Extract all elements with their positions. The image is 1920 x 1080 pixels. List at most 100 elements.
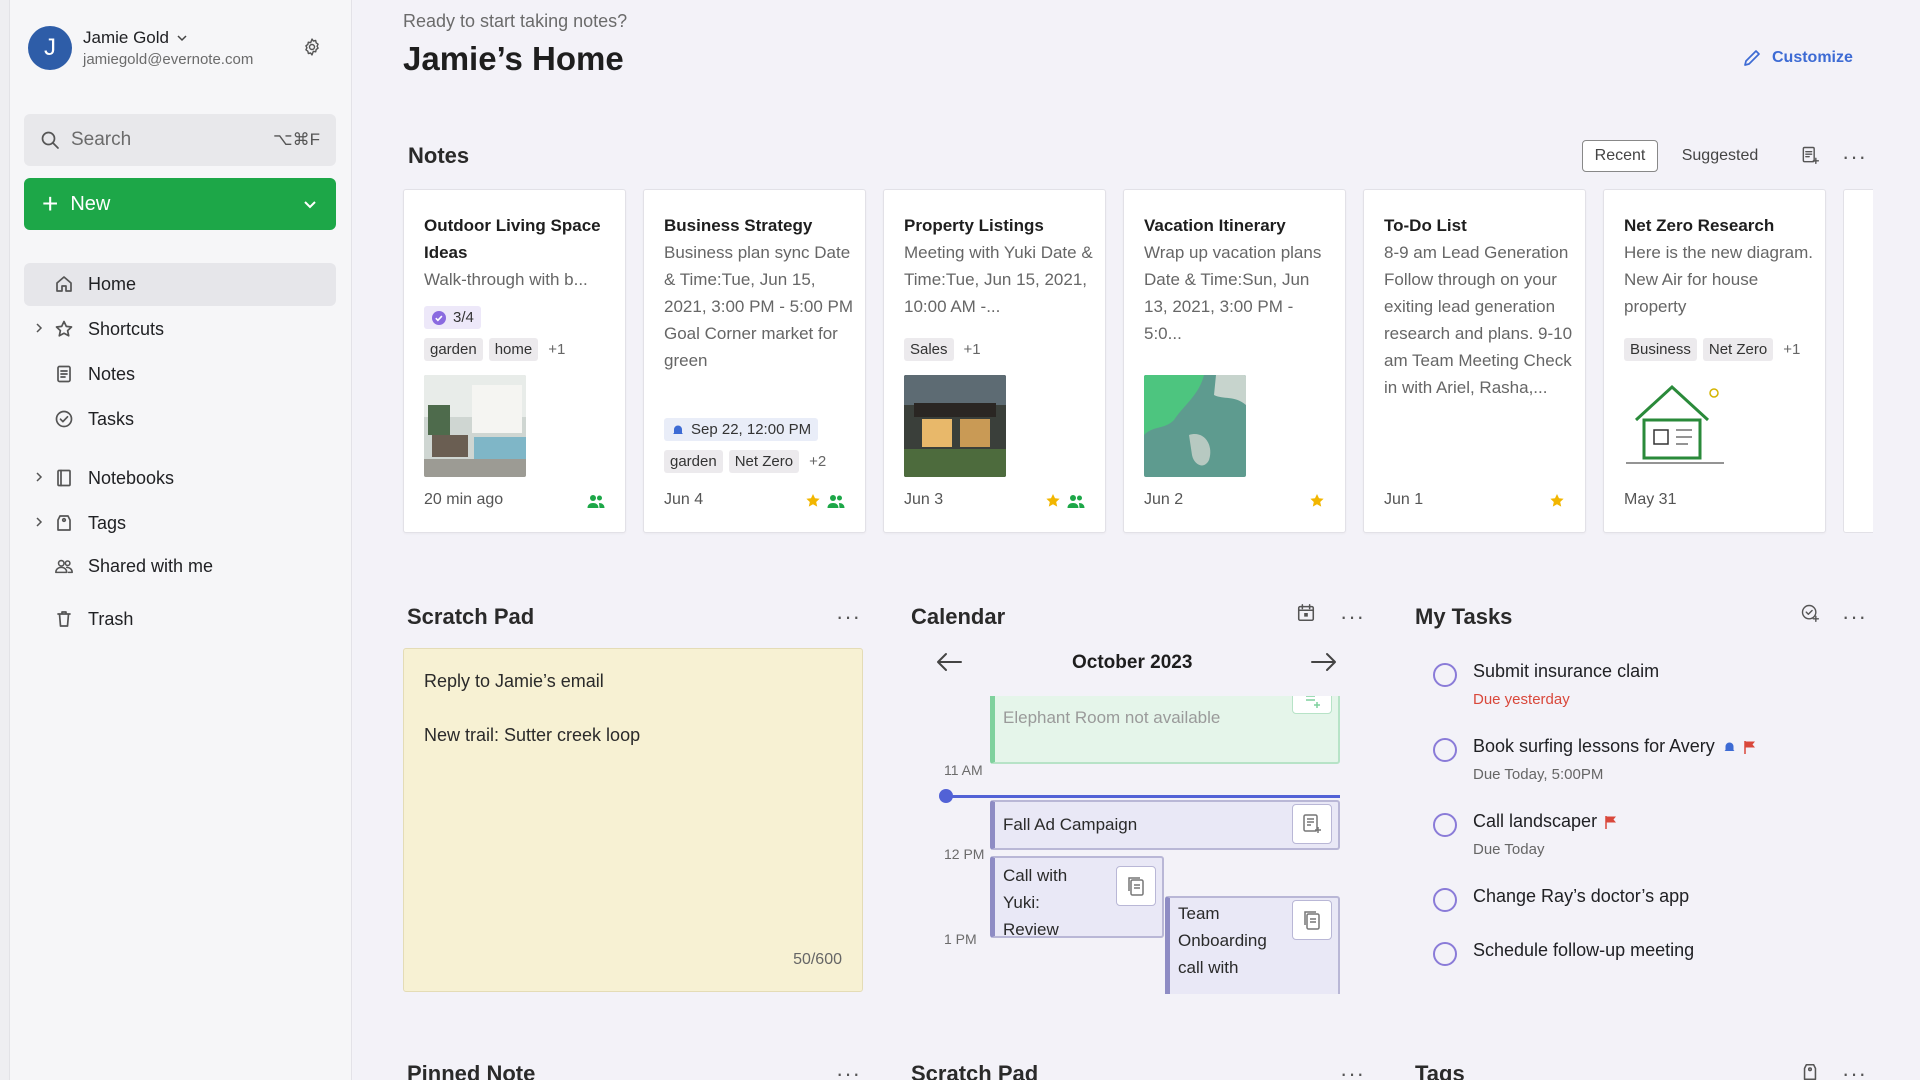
chevron-right-icon[interactable]: [32, 515, 46, 529]
my-tasks-title: My Tasks: [1415, 604, 1513, 629]
task-checkbox[interactable]: [1433, 738, 1457, 762]
tags-more-button[interactable]: ···: [1842, 1063, 1867, 1080]
sidebar-item-tasks[interactable]: Tasks: [24, 398, 336, 441]
time-label: 12 PM: [944, 846, 985, 862]
chevron-down-icon[interactable]: [302, 196, 318, 212]
shared-icon: [1067, 495, 1085, 508]
calendar-more-button[interactable]: ···: [1340, 606, 1365, 628]
account-name: Jamie Gold: [83, 28, 169, 47]
sidebar-item-trash[interactable]: Trash: [24, 598, 336, 641]
pencil-icon: [1744, 50, 1760, 66]
check-circle-icon: [432, 310, 446, 325]
avatar[interactable]: J: [28, 26, 72, 70]
note-card-tags: Sales +1: [904, 338, 981, 361]
calendar-event[interactable]: Fall Ad Campaign: [990, 800, 1340, 850]
note-linked-icon[interactable]: [1116, 866, 1156, 906]
note-card-property-listings[interactable]: Property Listings Meeting with Yuki Date…: [883, 189, 1106, 533]
note-icon: [57, 365, 71, 383]
task-checkbox[interactable]: [1433, 942, 1457, 966]
note-card-snippet: Business plan sync Date & Time:Tue, Jun …: [664, 243, 853, 370]
tag-chip[interactable]: Business: [1624, 338, 1697, 361]
arrow-left-icon[interactable]: [935, 651, 963, 673]
note-card-business-strategy[interactable]: Business Strategy Business plan sync Dat…: [643, 189, 866, 533]
task-due: Due Today: [1473, 841, 1545, 858]
tab-suggested[interactable]: Suggested: [1668, 140, 1772, 172]
current-time-dot: [939, 789, 953, 803]
account-switcher[interactable]: J Jamie Gold jamiegold@evernote.com: [28, 26, 253, 70]
settings-button[interactable]: [302, 37, 322, 57]
sidebar-item-notebooks[interactable]: Notebooks: [24, 457, 336, 500]
sidebar-item-label: Notes: [88, 364, 136, 384]
sidebar-item-tags[interactable]: Tags: [24, 502, 336, 545]
note-card-snippet: Meeting with Yuki Date & Time:Tue, Jun 1…: [904, 243, 1093, 316]
note-card-snippet: Wrap up vacation plans Date & Time:Sun, …: [1144, 243, 1322, 343]
note-linked-icon[interactable]: [1292, 900, 1332, 940]
search-box[interactable]: Search ⌥⌘F: [24, 114, 336, 166]
task-checkbox[interactable]: [1433, 813, 1457, 837]
scratch-pad-more-button[interactable]: ···: [836, 606, 861, 628]
task-title: Call landscaper: [1473, 811, 1598, 831]
more-tags-count: +2: [809, 453, 827, 470]
add-task-icon[interactable]: [1800, 603, 1820, 623]
note-card-date: Jun 4: [664, 491, 704, 508]
tag-icon: [57, 515, 71, 531]
tag-icon[interactable]: [1800, 1062, 1820, 1080]
new-button-label: New: [70, 192, 111, 215]
calendar-timeline[interactable]: Elephant Room not available 11 AM Fall A…: [920, 696, 1340, 994]
tag-chip[interactable]: Sales: [904, 338, 954, 361]
new-button[interactable]: + New: [24, 178, 336, 230]
task-progress-badge: 3/4: [424, 306, 481, 329]
more-tags-count: +1: [963, 341, 981, 358]
sidebar-item-label: Shortcuts: [88, 319, 165, 339]
sidebar-item-home[interactable]: Home: [24, 263, 336, 306]
account-email: jamiegold@evernote.com: [83, 51, 254, 68]
calendar-icon[interactable]: [1296, 603, 1316, 623]
tag-chip[interactable]: garden: [424, 338, 483, 361]
note-card-outdoor-living[interactable]: Outdoor Living Space Ideas Walk-through …: [403, 189, 626, 533]
pinned-note-more-button[interactable]: ···: [836, 1063, 861, 1080]
tasks-more-button[interactable]: ···: [1842, 606, 1867, 628]
sidebar-item-label: Tasks: [88, 409, 135, 429]
reminder-badge: Sep 22, 12:00 PM: [664, 418, 819, 441]
create-note-icon[interactable]: [1292, 804, 1332, 844]
chevron-right-icon[interactable]: [32, 321, 46, 335]
task-checkbox[interactable]: [1433, 888, 1457, 912]
note-card-title: Net Zero Research: [1624, 216, 1775, 235]
new-note-icon[interactable]: [1800, 145, 1820, 165]
customize-button[interactable]: Customize: [1742, 48, 1853, 68]
page-title: Jamie’s Home: [403, 40, 624, 77]
star-icon: [806, 494, 820, 507]
scratch-pad-2-more-button[interactable]: ···: [1340, 1063, 1365, 1080]
sidebar-item-notes[interactable]: Notes: [24, 353, 336, 396]
gear-icon: [305, 38, 319, 56]
note-card-vacation-itinerary[interactable]: Vacation Itinerary Wrap up vacation plan…: [1123, 189, 1346, 533]
note-card-net-zero-research[interactable]: Net Zero Research Here is the new diagra…: [1603, 189, 1826, 533]
notes-more-button[interactable]: ···: [1842, 146, 1867, 168]
sidebar-item-label: Tags: [88, 513, 127, 533]
tag-chip[interactable]: Net Zero: [728, 450, 800, 473]
calendar-event[interactable]: Call with Yuki: Review: [990, 856, 1164, 939]
sidebar-item-shortcuts[interactable]: Shortcuts: [24, 308, 336, 351]
tab-recent[interactable]: Recent: [1582, 140, 1658, 172]
note-card-tags: garden home +1: [424, 338, 565, 361]
tag-chip[interactable]: home: [488, 338, 539, 361]
tag-chip[interactable]: Net Zero: [1702, 338, 1774, 361]
note-card-title: To-Do List: [1384, 216, 1467, 235]
home-icon: [56, 276, 72, 292]
calendar-event[interactable]: Elephant Room not available: [990, 696, 1340, 764]
greeting: Ready to start taking notes?: [403, 11, 628, 31]
chevron-right-icon[interactable]: [32, 470, 46, 484]
task-checkbox[interactable]: [1433, 663, 1457, 687]
sidebar-item-shared-with-me[interactable]: Shared with me: [24, 545, 336, 588]
note-card-next[interactable]: [1843, 189, 1873, 533]
scratch-pad-editor[interactable]: Reply to Jamie’s email New trail: Sutter…: [403, 648, 863, 992]
tag-chip[interactable]: garden: [664, 450, 723, 473]
note-card-to-do-list[interactable]: To-Do List 8-9 am Lead Generation Follow…: [1363, 189, 1586, 533]
note-card-snippet: Here is the new diagram. New Air for hou…: [1624, 243, 1813, 316]
arrow-right-icon[interactable]: [1310, 651, 1338, 673]
shared-icon: [827, 495, 845, 508]
notebook-icon: [57, 469, 71, 487]
note-thumbnail-patio: [424, 375, 526, 477]
calendar-event[interactable]: Team Onboarding call with: [1165, 896, 1340, 994]
add-note-icon[interactable]: [1292, 696, 1332, 714]
